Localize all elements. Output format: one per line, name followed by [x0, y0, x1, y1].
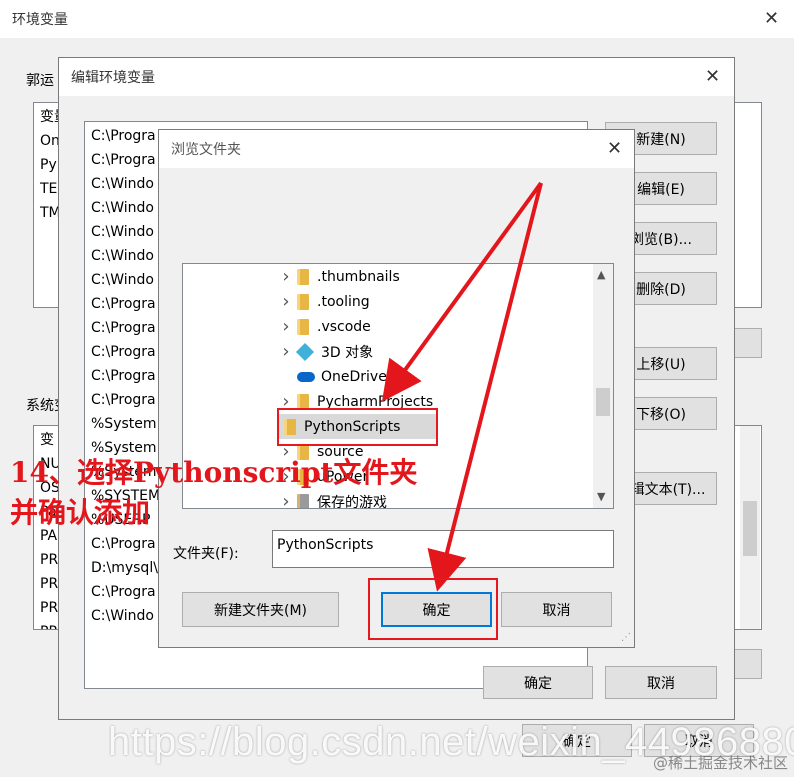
folder-tree-item[interactable]: › .thumbnails: [183, 264, 400, 289]
close-icon[interactable]: ✕: [764, 10, 779, 28]
browse-folder-titlebar: 浏览文件夹: [159, 130, 634, 168]
folder-field[interactable]: PythonScripts: [272, 530, 614, 568]
3d-objects-icon: [295, 342, 315, 361]
new-folder-button[interactable]: 新建文件夹(M): [182, 592, 339, 627]
user-vars-group-label: 郭运: [26, 73, 54, 89]
chevron-right-icon[interactable]: ›: [275, 266, 297, 287]
close-icon[interactable]: ✕: [607, 140, 622, 158]
onedrive-icon: [297, 371, 315, 382]
folder-tree-item-label: .vscode: [317, 318, 371, 335]
folder-icon: [297, 268, 309, 285]
folder-tree-scrollbar[interactable]: ▲ ▼: [593, 264, 613, 508]
annotation-confirm-text: 并确认添加: [10, 496, 151, 529]
edit-ok-button[interactable]: 确定: [483, 666, 593, 699]
chevron-right-icon[interactable]: ›: [275, 291, 297, 312]
folder-tree-item-label: .thumbnails: [317, 268, 400, 285]
sys-vars-scroll-thumb[interactable]: [743, 501, 757, 556]
folder-tree-item[interactable]: › .tooling: [183, 289, 370, 314]
folder-tree-item-label: OneDrive: [321, 368, 387, 385]
sys-vars-scrollbar[interactable]: [740, 426, 760, 629]
highlight-pythonscripts: [277, 408, 438, 446]
folder-tree-item[interactable]: OneDrive: [183, 364, 387, 389]
annotation-step-text: 14、选择Pythonscript文件夹: [10, 456, 418, 489]
folder-tree-item[interactable]: › .vscode: [183, 314, 371, 339]
chevron-down-icon[interactable]: ▼: [597, 490, 605, 503]
folder-tree-item-label: 保存的游戏: [317, 494, 387, 509]
env-vars-titlebar: 环境变量: [0, 0, 794, 38]
user-edit-partial-button[interactable]: [734, 328, 762, 358]
chevron-right-icon[interactable]: ›: [275, 316, 297, 337]
user-vars-list-right: [732, 102, 762, 308]
folder-tree-scroll-thumb[interactable]: [596, 388, 610, 416]
edit-env-var-title: 编辑环境变量: [71, 70, 155, 86]
folder-tree-item-label: .tooling: [317, 293, 370, 310]
browse-cancel-button[interactable]: 取消: [501, 592, 612, 627]
folder-tree-item[interactable]: › 3D 对象: [183, 339, 373, 364]
resize-grip-icon[interactable]: ⋰: [621, 632, 631, 643]
edit-cancel-button[interactable]: 取消: [605, 666, 717, 699]
highlight-ok-button: [368, 578, 498, 640]
close-icon[interactable]: ✕: [705, 68, 720, 86]
folder-tree-item-label: 3D 对象: [321, 344, 374, 361]
folder-tree-item[interactable]: › 保存的游戏: [183, 489, 387, 509]
watermark-brand: @稀土掘金技术社区: [652, 754, 788, 772]
folder-field-label: 文件夹(F):: [173, 546, 239, 562]
chevron-right-icon[interactable]: ›: [275, 491, 297, 508]
folder-icon: [297, 318, 309, 335]
saved-games-icon: [297, 493, 309, 508]
chevron-up-icon[interactable]: ▲: [597, 268, 605, 281]
folder-icon: [297, 293, 309, 310]
browse-folder-window: 浏览文件夹 ✕ › .thumbnails › .tooling › .vscode › 3D…: [158, 129, 635, 648]
chevron-right-icon[interactable]: ›: [275, 341, 297, 362]
sys-delete-partial-button[interactable]: [734, 649, 762, 679]
browse-folder-title: 浏览文件夹: [171, 142, 241, 158]
sys-vars-list-right: [732, 425, 762, 630]
edit-env-var-titlebar: 编辑环境变量: [59, 58, 734, 96]
env-vars-title: 环境变量: [12, 12, 68, 28]
